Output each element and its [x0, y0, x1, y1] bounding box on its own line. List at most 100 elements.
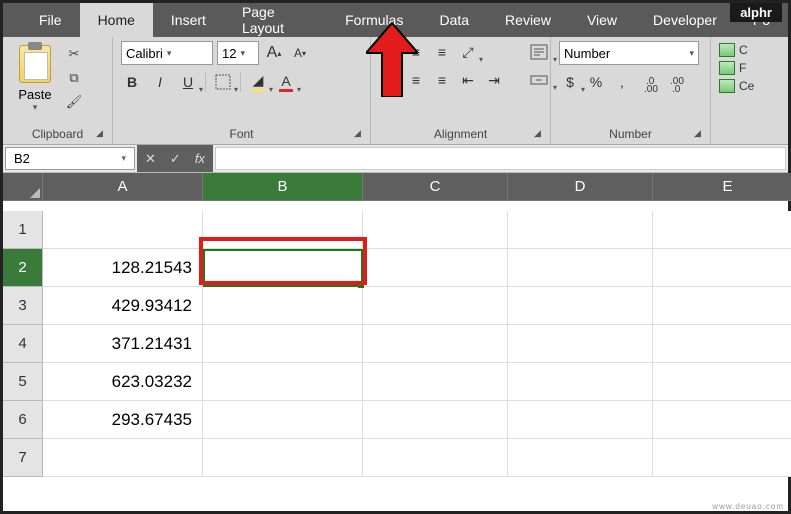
cells-format-button[interactable]: Ce — [719, 79, 780, 93]
cell-b5[interactable] — [203, 363, 363, 401]
cell-a4[interactable]: 371.21431 — [43, 325, 203, 363]
decrease-indent-button[interactable]: ⇤ — [457, 69, 479, 91]
align-center-button[interactable]: ≡ — [405, 69, 427, 91]
select-all-corner[interactable] — [3, 173, 43, 201]
cell-c1[interactable] — [363, 211, 508, 249]
col-header-c[interactable]: C — [363, 173, 508, 201]
tab-home[interactable]: Home — [80, 3, 153, 37]
cell-e5[interactable] — [653, 363, 791, 401]
row-header-4[interactable]: 4 — [3, 325, 43, 363]
accounting-format-button[interactable]: $ — [559, 71, 581, 93]
tab-formulas[interactable]: Formulas — [327, 3, 421, 37]
cell-e4[interactable] — [653, 325, 791, 363]
font-name-combo[interactable]: Calibri▾ — [121, 41, 213, 65]
cells-delete-button[interactable]: F — [719, 61, 780, 75]
align-left-button[interactable]: ≡ — [379, 69, 401, 91]
row-header-5[interactable]: 5 — [3, 363, 43, 401]
tab-view[interactable]: View — [569, 3, 635, 37]
font-size-combo[interactable]: 12▾ — [217, 41, 259, 65]
row-header-6[interactable]: 6 — [3, 401, 43, 439]
cell-a5[interactable]: 623.03232 — [43, 363, 203, 401]
underline-button[interactable]: U — [177, 71, 199, 93]
cell-b6[interactable] — [203, 401, 363, 439]
italic-button[interactable]: I — [149, 71, 171, 93]
row-header-3[interactable]: 3 — [3, 287, 43, 325]
cell-c6[interactable] — [363, 401, 508, 439]
align-middle-button[interactable]: ≡ — [405, 41, 427, 63]
cell-e2[interactable] — [653, 249, 791, 287]
cell-d1[interactable] — [508, 211, 653, 249]
cell-a6[interactable]: 293.67435 — [43, 401, 203, 439]
cell-e6[interactable] — [653, 401, 791, 439]
cell-c5[interactable] — [363, 363, 508, 401]
cell-b3[interactable] — [203, 287, 363, 325]
align-top-button[interactable]: ≡ — [379, 41, 401, 63]
cell-c2[interactable] — [363, 249, 508, 287]
col-header-b[interactable]: B — [203, 173, 363, 201]
font-dialog-launcher[interactable]: ◢ — [354, 128, 366, 140]
cell-b1[interactable] — [203, 211, 363, 249]
cell-e7[interactable] — [653, 439, 791, 477]
tab-page-layout[interactable]: Page Layout — [224, 3, 327, 37]
comma-button[interactable]: , — [611, 71, 633, 93]
cell-d4[interactable] — [508, 325, 653, 363]
cell-b2[interactable] — [203, 249, 363, 287]
cell-c4[interactable] — [363, 325, 508, 363]
wrap-text-button[interactable] — [525, 41, 553, 63]
cell-d6[interactable] — [508, 401, 653, 439]
cell-b7[interactable] — [203, 439, 363, 477]
cell-e1[interactable] — [653, 211, 791, 249]
paste-button[interactable]: Paste ▾ — [11, 41, 59, 113]
cell-b4[interactable] — [203, 325, 363, 363]
col-header-d[interactable]: D — [508, 173, 653, 201]
number-format-combo[interactable]: Number▾ — [559, 41, 699, 65]
bold-button[interactable]: B — [121, 71, 143, 93]
row-header-2[interactable]: 2 — [3, 249, 43, 287]
name-box[interactable]: B2▾ — [5, 147, 135, 170]
font-color-button[interactable]: A — [275, 71, 297, 93]
cell-d5[interactable] — [508, 363, 653, 401]
row-header-1[interactable]: 1 — [3, 211, 43, 249]
col-header-a[interactable]: A — [43, 173, 203, 201]
alignment-dialog-launcher[interactable]: ◢ — [534, 128, 546, 140]
merge-button[interactable] — [525, 69, 553, 91]
cell-a3[interactable]: 429.93412 — [43, 287, 203, 325]
cell-a7[interactable] — [43, 439, 203, 477]
align-right-button[interactable]: ≡ — [431, 69, 453, 91]
cell-e3[interactable] — [653, 287, 791, 325]
tab-file[interactable]: File — [21, 3, 80, 37]
shrink-font-button[interactable]: A▾ — [289, 42, 311, 64]
cell-c3[interactable] — [363, 287, 508, 325]
tab-developer[interactable]: Developer — [635, 3, 735, 37]
decrease-decimal-button[interactable]: .00.0 — [663, 71, 685, 93]
cell-d2[interactable] — [508, 249, 653, 287]
accept-formula-button[interactable]: ✓ — [170, 151, 181, 167]
number-dialog-launcher[interactable]: ◢ — [694, 128, 706, 140]
cut-icon[interactable]: ✂ — [65, 45, 83, 63]
formula-input[interactable] — [215, 147, 786, 170]
clipboard-dialog-launcher[interactable]: ◢ — [96, 128, 108, 140]
tab-insert[interactable]: Insert — [153, 3, 224, 37]
increase-indent-button[interactable]: ⇥ — [483, 69, 505, 91]
cell-d3[interactable] — [508, 287, 653, 325]
cell-a1[interactable] — [43, 211, 203, 249]
row-header-7[interactable]: 7 — [3, 439, 43, 477]
borders-button[interactable] — [212, 71, 234, 93]
increase-decimal-button[interactable]: .0.00 — [637, 71, 659, 93]
copy-icon[interactable]: ⧉ — [65, 69, 83, 87]
orientation-button[interactable]: ⤢ — [457, 41, 479, 63]
align-bottom-button[interactable]: ≡ — [431, 41, 453, 63]
cell-a2[interactable]: 128.21543 — [43, 249, 203, 287]
fill-color-button[interactable]: ◢ — [247, 71, 269, 93]
grow-font-button[interactable]: A▴ — [263, 42, 285, 64]
cells-insert-button[interactable]: C — [719, 43, 780, 57]
tab-review[interactable]: Review — [487, 3, 569, 37]
insert-function-button[interactable]: fx — [195, 151, 205, 166]
cancel-formula-button[interactable]: ✕ — [145, 151, 156, 167]
percent-button[interactable]: % — [585, 71, 607, 93]
cell-d7[interactable] — [508, 439, 653, 477]
cell-c7[interactable] — [363, 439, 508, 477]
format-painter-icon[interactable]: 🖌 — [65, 93, 83, 111]
col-header-e[interactable]: E — [653, 173, 791, 201]
tab-data[interactable]: Data — [421, 3, 487, 37]
